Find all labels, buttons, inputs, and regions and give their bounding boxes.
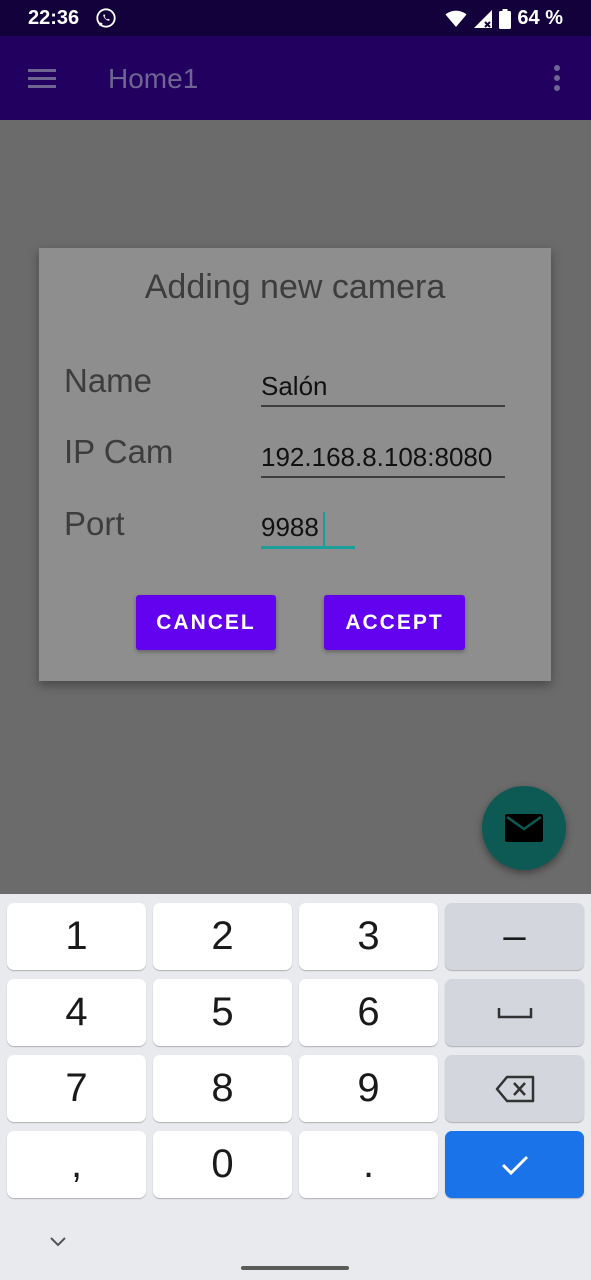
status-right-group: 64 % xyxy=(445,7,563,30)
battery-icon xyxy=(499,8,512,29)
key-6[interactable]: 6 xyxy=(299,979,438,1046)
key-period[interactable]: . xyxy=(299,1131,438,1198)
key-5[interactable]: 5 xyxy=(153,979,292,1046)
key-9[interactable]: 9 xyxy=(299,1055,438,1122)
key-3[interactable]: 3 xyxy=(299,903,438,970)
accept-button[interactable]: ACCEPT xyxy=(324,595,465,650)
status-time: 22:36 xyxy=(28,7,80,29)
key-backspace[interactable] xyxy=(445,1055,584,1122)
menu-icon[interactable] xyxy=(26,66,58,90)
port-input[interactable] xyxy=(261,509,355,549)
backspace-icon xyxy=(495,1075,534,1102)
text-cursor xyxy=(323,512,325,546)
checkmark-icon xyxy=(501,1155,528,1175)
app-title: Home1 xyxy=(108,63,199,94)
more-vert-icon[interactable] xyxy=(546,64,568,94)
add-camera-dialog: Adding new camera Name IP Cam Port CANCE… xyxy=(39,248,551,681)
key-4[interactable]: 4 xyxy=(7,979,146,1046)
signal-icon xyxy=(474,9,493,28)
space-icon xyxy=(497,1007,532,1018)
name-label: Name xyxy=(64,362,153,399)
key-7[interactable]: 7 xyxy=(7,1055,146,1122)
key-dash[interactable]: – xyxy=(445,903,584,970)
ip-cam-input[interactable] xyxy=(261,438,505,478)
whatsapp-icon xyxy=(96,8,116,28)
ip-cam-label: IP Cam xyxy=(64,433,174,470)
mail-icon xyxy=(505,814,543,842)
wifi-icon xyxy=(445,10,467,27)
battery-percent: 64 % xyxy=(517,7,563,29)
dialog-title: Adding new camera xyxy=(144,268,446,306)
app-bar: Home1 xyxy=(0,36,591,120)
key-comma[interactable]: , xyxy=(7,1131,146,1198)
chevron-down-icon[interactable] xyxy=(48,1234,68,1248)
key-0[interactable]: 0 xyxy=(153,1131,292,1198)
key-enter[interactable] xyxy=(445,1131,584,1198)
status-bar: 22:36 64 % xyxy=(0,0,591,36)
mail-fab-button[interactable] xyxy=(482,786,566,870)
key-space[interactable] xyxy=(445,979,584,1046)
key-8[interactable]: 8 xyxy=(153,1055,292,1122)
cancel-button[interactable]: CANCEL xyxy=(136,595,276,650)
key-1[interactable]: 1 xyxy=(7,903,146,970)
numeric-keyboard: 1 2 3 – 4 5 6 7 8 9 , 0 . xyxy=(0,894,591,1280)
gesture-nav-bar[interactable] xyxy=(241,1266,349,1270)
name-input[interactable] xyxy=(261,367,505,407)
port-label: Port xyxy=(64,505,125,542)
key-2[interactable]: 2 xyxy=(153,903,292,970)
